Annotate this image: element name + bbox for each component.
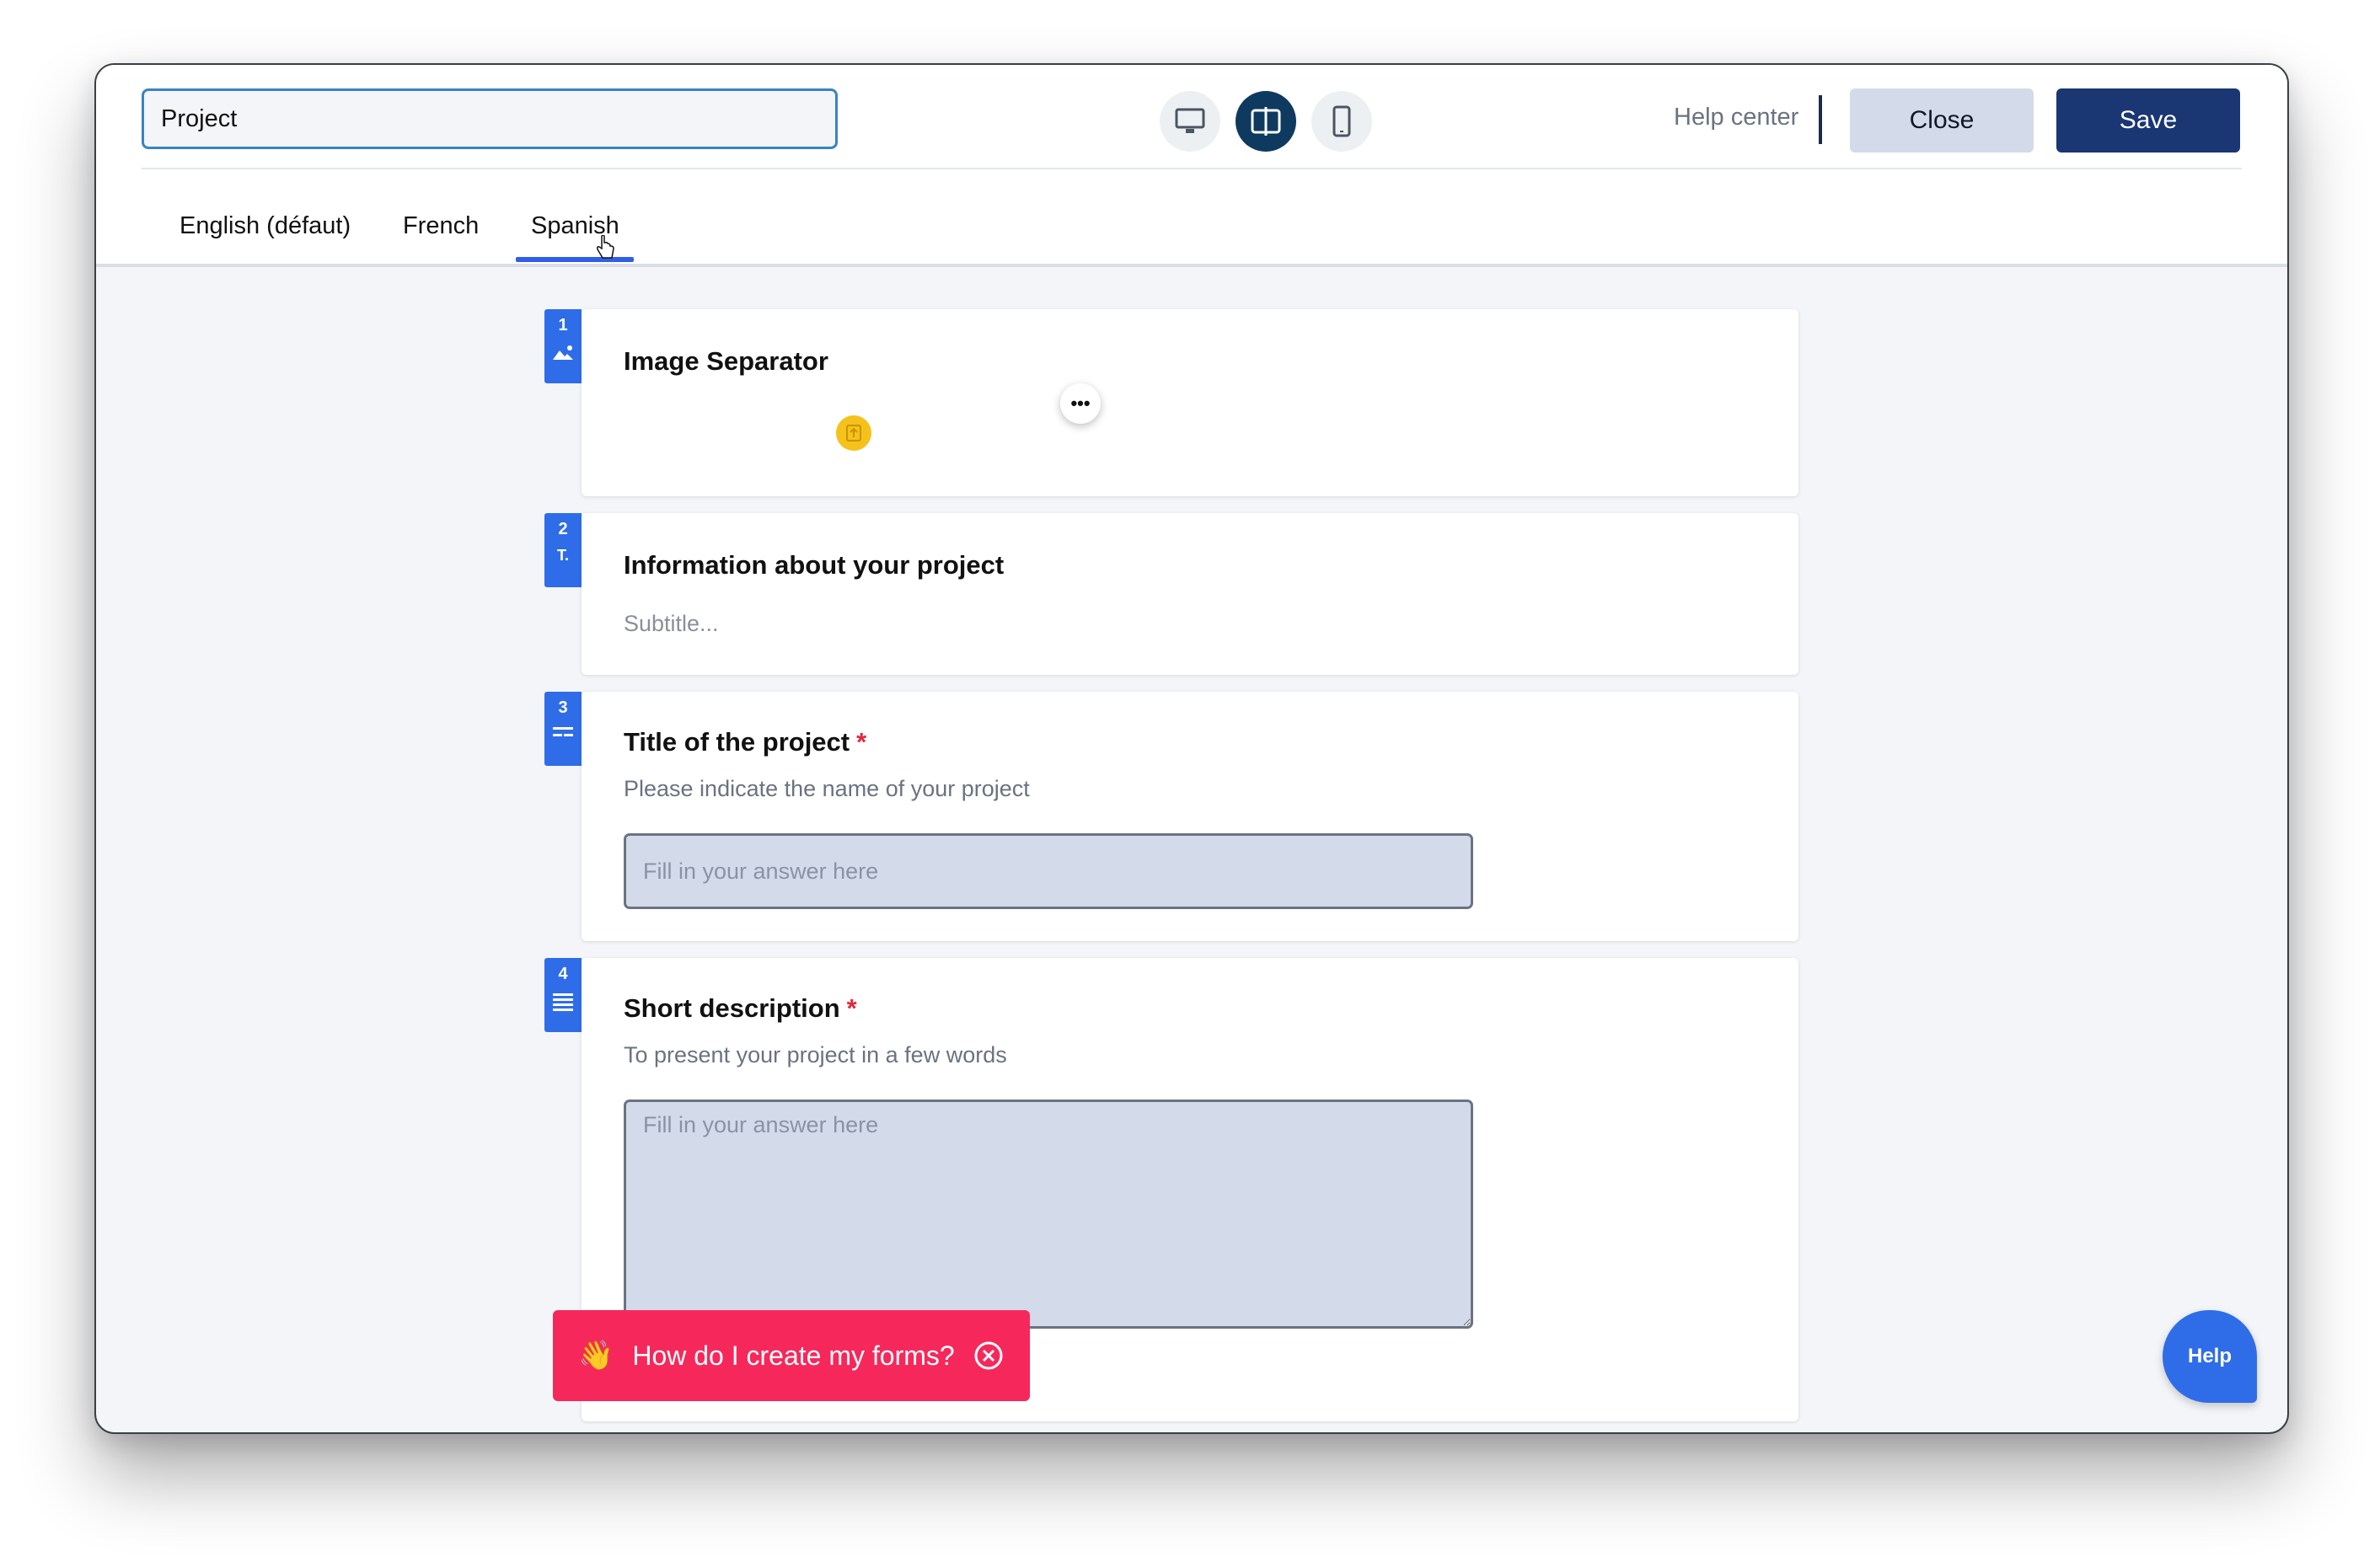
editor-header: Help center Close Save English (défaut) … xyxy=(96,65,2287,267)
split-view-icon xyxy=(1251,107,1281,136)
how-to-toast[interactable]: 👋 How do I create my forms? xyxy=(553,1310,1030,1401)
more-options-button[interactable]: ••• xyxy=(1060,383,1101,424)
question-title: Title of the project * xyxy=(624,727,867,757)
mobile-icon xyxy=(1332,105,1351,137)
question-number: 4 xyxy=(558,965,568,983)
paragraph-icon xyxy=(553,993,573,1011)
short-answer-icon xyxy=(553,727,573,736)
question-badge-1: 1 xyxy=(544,309,582,383)
question-number: 3 xyxy=(558,698,568,717)
form-editor-window: Help center Close Save English (défaut) … xyxy=(94,63,2289,1434)
question-title: Short description * xyxy=(624,993,857,1023)
desktop-view-button[interactable] xyxy=(1160,91,1220,152)
question-number: 2 xyxy=(558,520,568,538)
question-title: Image Separator xyxy=(624,346,828,376)
question-badge-2: 2 T. xyxy=(544,513,582,587)
required-marker: * xyxy=(856,727,867,757)
question-description: To present your project in a few words xyxy=(624,1042,1007,1067)
question-card-1[interactable]: Image Separator xyxy=(582,309,1798,496)
tab-french[interactable]: French xyxy=(403,212,479,240)
answer-textarea[interactable] xyxy=(624,1100,1473,1329)
subtitle-placeholder[interactable]: Subtitle... xyxy=(624,611,719,637)
question-number: 1 xyxy=(558,316,568,334)
question-title: Information about your project xyxy=(624,550,1005,580)
help-chat-button[interactable]: Help xyxy=(2163,1310,2257,1403)
mobile-view-button[interactable] xyxy=(1311,91,1372,152)
form-title-input[interactable] xyxy=(142,88,838,149)
text-icon: T. xyxy=(556,547,569,564)
required-marker: * xyxy=(846,993,857,1023)
help-center-link[interactable]: Help center xyxy=(1674,104,1798,131)
image-icon xyxy=(553,345,573,360)
question-card-3[interactable]: Title of the project * Please indicate th… xyxy=(582,692,1798,941)
header-divider xyxy=(1819,95,1822,144)
question-badge-3: 3 xyxy=(544,692,582,766)
tab-english[interactable]: English (défaut) xyxy=(180,212,351,240)
toast-text: How do I create my forms? xyxy=(632,1340,955,1371)
answer-input[interactable] xyxy=(624,833,1473,909)
question-description: Please indicate the name of your project xyxy=(624,776,1030,801)
hand-cursor-icon xyxy=(597,235,614,259)
ellipsis-icon: ••• xyxy=(1070,393,1091,414)
waving-hand-icon: 👋 xyxy=(578,1340,614,1372)
question-card-2[interactable]: Information about your project Subtitle.… xyxy=(582,513,1798,675)
question-badge-4: 4 xyxy=(544,958,582,1032)
save-button[interactable]: Save xyxy=(2056,88,2240,152)
header-divider-line xyxy=(142,168,2242,169)
close-circle-icon[interactable] xyxy=(973,1340,1004,1371)
split-view-button[interactable] xyxy=(1236,91,1296,152)
desktop-icon xyxy=(1175,108,1205,133)
close-button[interactable]: Close xyxy=(1850,88,2034,152)
upload-image-icon[interactable] xyxy=(836,415,871,451)
